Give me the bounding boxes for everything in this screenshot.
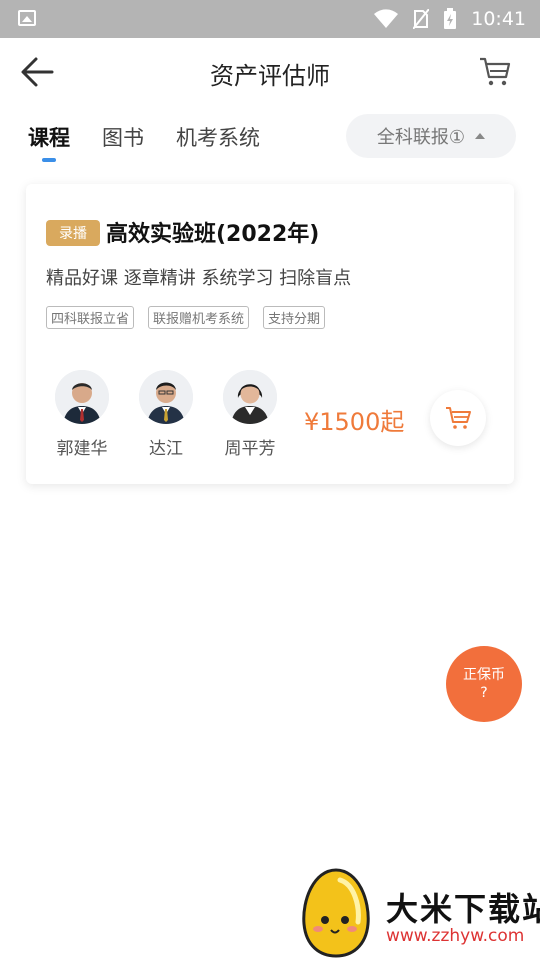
watermark-url: www.zzhyw.com (386, 926, 525, 946)
tab-courses[interactable]: 课程 (28, 122, 70, 152)
teacher-name: 达江 (149, 439, 183, 459)
subject-filter-dropdown[interactable]: 全科联报① (346, 114, 516, 158)
site-watermark: 大米下载站 www.zzhyw.com (296, 866, 540, 960)
coin-label: 正保币 (463, 667, 505, 683)
teacher-name: 郭建华 (56, 439, 108, 459)
cart-icon (480, 57, 511, 86)
page-title: 资产评估师 (210, 62, 330, 90)
cart-icon (446, 407, 471, 429)
coin-question-mark: ? (480, 685, 488, 701)
filter-label: 全科联报① (376, 127, 466, 148)
battery-charging-icon (444, 8, 457, 29)
app-header: 资产评估师 (0, 38, 540, 104)
course-tags: 四科联报立省 联报赠机考系统 支持分期 (46, 306, 326, 329)
teacher-list: 郭建华 达江 周平芳 (46, 370, 286, 459)
image-notification-icon (18, 10, 36, 26)
tab-books[interactable]: 图书 (102, 122, 144, 152)
recorded-badge: 录播 (46, 220, 100, 246)
tab-exam-system[interactable]: 机考系统 (176, 122, 260, 152)
tag: 四科联报立省 (46, 306, 135, 329)
course-price: ¥1500起 (304, 408, 405, 436)
course-title: 高效实验班(2022年) (106, 222, 320, 247)
status-bar: 10:41 (0, 0, 540, 38)
active-tab-indicator (42, 158, 56, 162)
rice-mascot-logo (302, 868, 370, 958)
teacher-item[interactable]: 达江 (130, 370, 202, 459)
no-sim-icon (413, 9, 430, 29)
caret-up-icon (475, 133, 486, 139)
wifi-icon (374, 9, 399, 28)
course-subtitle: 精品好课 逐章精讲 系统学习 扫除盲点 (46, 268, 352, 289)
teacher-item[interactable]: 周平芳 (214, 370, 286, 459)
watermark-site-name: 大米下载站 (386, 890, 540, 928)
cart-button[interactable] (478, 56, 512, 88)
status-icons: 10:41 (373, 0, 526, 38)
course-card[interactable]: 录播 高效实验班(2022年) 精品好课 逐章精讲 系统学习 扫除盲点 四科联报… (26, 184, 514, 484)
add-to-cart-button[interactable] (430, 390, 486, 446)
status-time: 10:41 (471, 8, 526, 30)
teacher-avatar (55, 370, 109, 424)
tag: 联报赠机考系统 (148, 306, 250, 329)
teacher-avatar (223, 370, 277, 424)
coin-help-button[interactable]: 正保币 ? (446, 646, 522, 722)
tag: 支持分期 (263, 306, 326, 329)
teacher-name: 周平芳 (224, 439, 276, 459)
teacher-item[interactable]: 郭建华 (46, 370, 118, 459)
teacher-avatar (139, 370, 193, 424)
